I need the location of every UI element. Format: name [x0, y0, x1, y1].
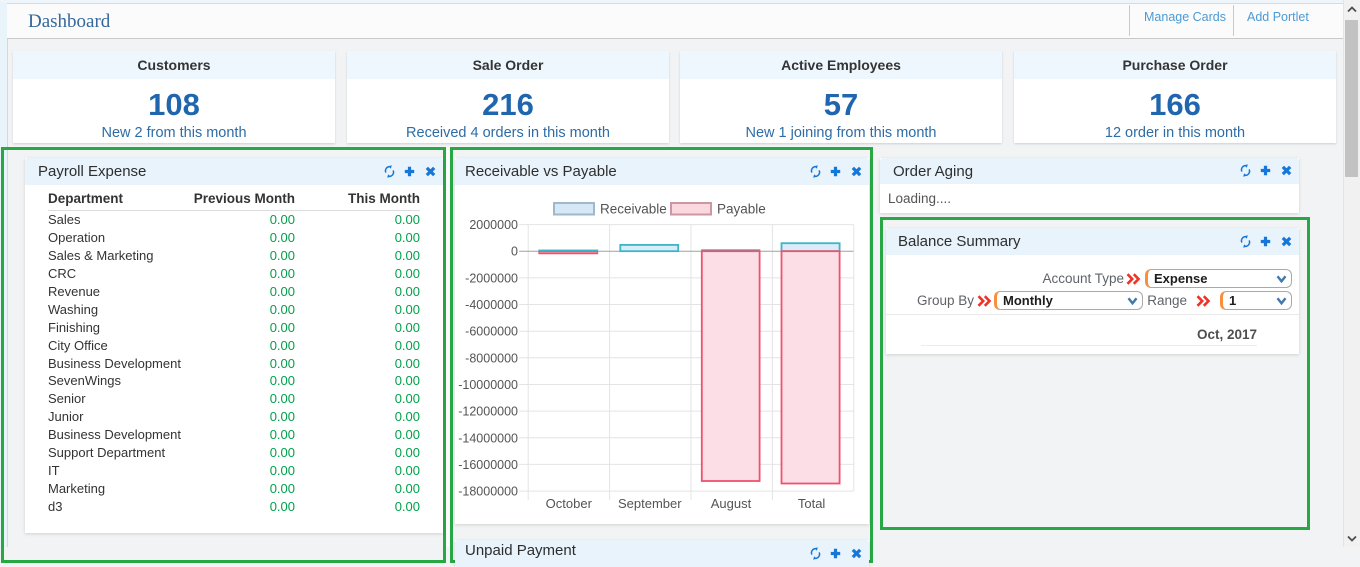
svg-text:-4000000: -4000000: [465, 298, 518, 312]
svg-text:-12000000: -12000000: [458, 405, 518, 419]
svg-text:-6000000: -6000000: [465, 325, 518, 339]
svg-text:Total: Total: [798, 496, 826, 511]
svg-text:2000000: 2000000: [469, 218, 518, 232]
svg-text:August: August: [711, 496, 752, 511]
svg-text:September: September: [618, 496, 682, 511]
svg-text:-2000000: -2000000: [465, 271, 518, 285]
svg-text:-8000000: -8000000: [465, 351, 518, 365]
svg-text:October: October: [546, 496, 593, 511]
svg-text:-16000000: -16000000: [458, 458, 518, 472]
svg-text:0: 0: [511, 245, 518, 259]
svg-text:Payable: Payable: [717, 202, 766, 217]
svg-text:Receivable: Receivable: [600, 202, 667, 217]
svg-text:-14000000: -14000000: [458, 431, 518, 445]
svg-text:-10000000: -10000000: [458, 378, 518, 392]
svg-text:-18000000: -18000000: [458, 485, 518, 499]
